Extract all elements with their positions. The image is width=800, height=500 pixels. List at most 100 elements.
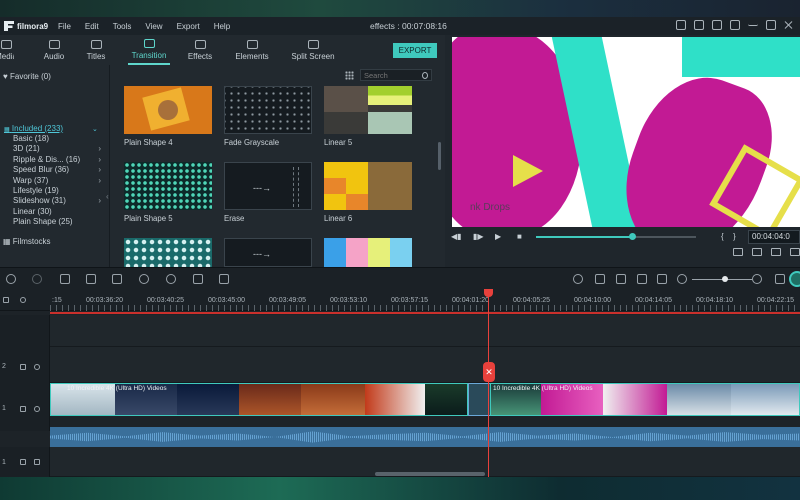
tab-audio[interactable]: Audio (38, 35, 70, 65)
search-box[interactable] (360, 69, 432, 81)
delete-icon[interactable] (60, 274, 70, 284)
category-item[interactable]: Lifestyle (19) (13, 186, 105, 196)
crop-icon[interactable] (112, 274, 122, 284)
add-track-icon[interactable] (3, 297, 9, 303)
eye-icon[interactable] (34, 406, 40, 412)
ruler-label: 00:04:10:00 (574, 297, 611, 304)
zoom-slider-knob[interactable] (722, 276, 728, 282)
category-item[interactable]: Ripple & Dis... (16) › (13, 155, 105, 165)
menu-tools[interactable]: Tools (113, 22, 132, 31)
chevron-down-icon[interactable]: ⌄ (92, 125, 98, 133)
playhead-line[interactable] (488, 289, 489, 477)
track-row-empty[interactable] (50, 315, 800, 347)
play-icon[interactable]: ▶ (495, 232, 501, 241)
eye-icon[interactable] (34, 364, 40, 370)
video-clip-2[interactable]: 10 Incredible 4K (Ultra HD) Videos (490, 383, 800, 416)
playhead-handle[interactable] (484, 289, 493, 297)
preview-video[interactable]: nk Drops (452, 37, 800, 227)
search-icon[interactable] (422, 71, 428, 79)
snap-icon[interactable] (657, 274, 667, 284)
lock-icon[interactable] (20, 364, 26, 370)
stop-icon[interactable]: ■ (517, 232, 522, 241)
account-icon[interactable] (676, 20, 686, 30)
play-step-icon[interactable]: ▮▶ (473, 232, 484, 241)
render-icon[interactable] (573, 274, 583, 284)
download-icon[interactable] (730, 20, 740, 30)
included-category[interactable]: ▦ Included (233) (4, 124, 63, 133)
shield-icon[interactable] (595, 274, 605, 284)
tab-media[interactable]: Media (0, 35, 14, 65)
speaker-icon[interactable] (34, 459, 40, 465)
transition-thumb-plain-shape-5[interactable] (124, 162, 212, 210)
transition-thumb[interactable]: ---→ (224, 238, 312, 267)
tab-split-screen[interactable]: Split Screen (288, 35, 338, 65)
zoom-in-icon[interactable] (752, 274, 762, 284)
transition-thumb-plain-shape-4[interactable] (124, 86, 212, 134)
color-icon[interactable] (166, 274, 176, 284)
category-item[interactable]: Plain Shape (25) (13, 217, 105, 227)
progress-knob[interactable] (629, 233, 636, 240)
tab-titles[interactable]: Titles (80, 35, 112, 65)
category-item[interactable]: Warp (37) › (13, 176, 105, 186)
camera-icon[interactable] (752, 248, 762, 256)
split-marker-icon[interactable]: ✕ (483, 362, 495, 382)
volume-icon[interactable] (771, 248, 781, 256)
mail-icon[interactable] (712, 20, 722, 30)
collapse-sidebar-icon[interactable]: ‹ (106, 192, 109, 201)
mark-in-icon[interactable]: { (721, 232, 724, 241)
redo-icon[interactable] (32, 274, 42, 284)
tab-transition[interactable]: Transition (128, 35, 170, 65)
transition-thumb[interactable] (124, 238, 212, 267)
category-item[interactable]: Linear (30) (13, 207, 105, 217)
audio-clip[interactable] (50, 427, 800, 447)
undo-icon[interactable] (6, 274, 16, 284)
voiceover-icon[interactable] (637, 274, 647, 284)
transition-thumb[interactable] (324, 238, 412, 267)
transition-thumb-fade-grayscale[interactable] (224, 86, 312, 134)
fullscreen-icon[interactable] (790, 248, 800, 256)
lock-icon[interactable] (20, 459, 26, 465)
category-item[interactable]: Slideshow (31) › (13, 196, 105, 206)
grid-view-icon[interactable] (345, 70, 354, 80)
mark-out-icon[interactable]: } (733, 232, 736, 241)
previous-frame-icon[interactable]: ◀▮ (451, 232, 462, 241)
lock-icon[interactable] (20, 406, 26, 412)
grid-columns-icon[interactable] (775, 274, 785, 284)
tab-effects[interactable]: Effects (182, 35, 218, 65)
video-clip-1[interactable]: 10 Incredible 4K (Ultra HD) Videos (50, 383, 468, 416)
time-ruler[interactable]: :15 00:03:36:20 00:03:40:25 00:03:45:00 … (0, 289, 800, 311)
filmstocks-category[interactable]: ▦ Filmstocks (3, 237, 51, 246)
menu-view[interactable]: View (145, 22, 162, 31)
menu-file[interactable]: File (58, 22, 71, 31)
tab-elements[interactable]: Elements (230, 35, 274, 65)
close-icon[interactable] (784, 20, 794, 30)
zoom-out-icon[interactable] (677, 274, 687, 284)
favorite-category[interactable]: ♥ Favorite (0) (3, 72, 51, 81)
auto-ripple-button[interactable] (789, 271, 800, 287)
green-screen-icon[interactable] (193, 274, 203, 284)
playback-progress[interactable] (536, 233, 696, 240)
category-item[interactable]: Speed Blur (36) › (13, 165, 105, 175)
cut-icon[interactable] (86, 274, 96, 284)
save-icon[interactable] (694, 20, 704, 30)
menu-edit[interactable]: Edit (85, 22, 99, 31)
category-item[interactable]: 3D (21) › (13, 144, 105, 154)
track-row-video-2[interactable] (50, 347, 800, 383)
audio-adjust-icon[interactable] (219, 274, 229, 284)
menu-export[interactable]: Export (177, 22, 200, 31)
speed-icon[interactable] (139, 274, 149, 284)
display-icon[interactable] (733, 248, 743, 256)
transition-thumb-linear-6[interactable] (324, 162, 412, 210)
transition-thumb-linear-5[interactable] (324, 86, 412, 134)
timeline-horizontal-scrollbar[interactable] (375, 472, 485, 476)
export-button[interactable]: EXPORT (393, 43, 437, 58)
menu-help[interactable]: Help (214, 22, 230, 31)
minimize-icon[interactable] (748, 20, 758, 26)
search-input[interactable] (364, 70, 422, 80)
category-item[interactable]: Basic (18) (13, 134, 105, 144)
library-scrollbar[interactable] (438, 142, 441, 170)
transition-thumb-erase[interactable]: ---→ (224, 162, 312, 210)
microphone-icon[interactable] (616, 274, 626, 284)
link-icon[interactable] (20, 297, 26, 303)
maximize-icon[interactable] (766, 20, 776, 30)
